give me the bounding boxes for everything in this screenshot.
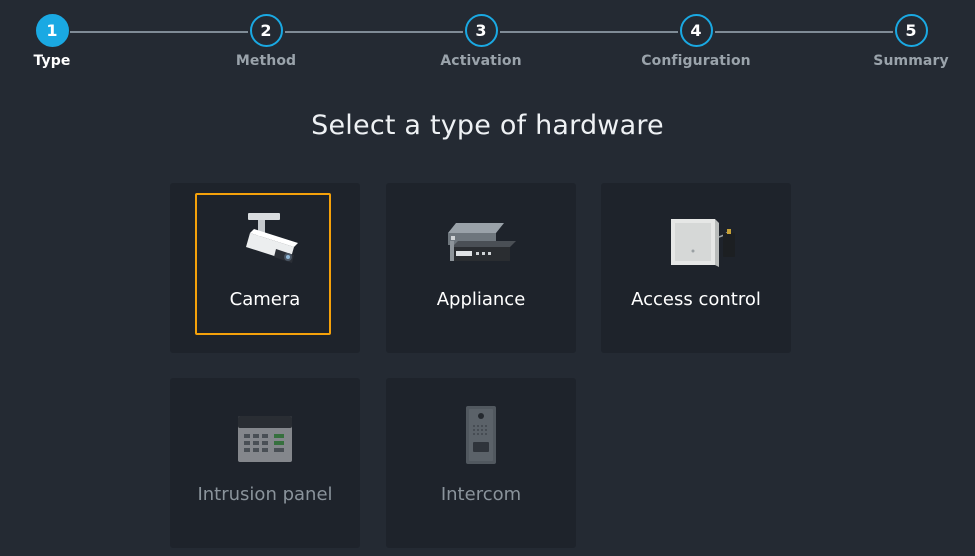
appliance-icon (436, 211, 526, 273)
step-number: 3 (464, 14, 498, 47)
step-label: Summary (873, 53, 949, 69)
tile-label: Camera (229, 289, 301, 310)
intrusion-panel-icon (220, 406, 310, 468)
hardware-tile-access-control[interactable]: Access control (601, 183, 791, 353)
page-title: Select a type of hardware (311, 110, 664, 141)
hardware-tile-appliance[interactable]: Appliance (386, 183, 576, 353)
tile-label: Intrusion panel (197, 484, 333, 505)
hardware-tile-intrusion-panel: Intrusion panel (170, 378, 360, 548)
step-method[interactable]: 2 Method (206, 14, 326, 69)
tile-label: Intercom (440, 484, 522, 505)
step-label: Type (33, 53, 71, 69)
camera-icon (220, 211, 310, 273)
tile-label: Access control (631, 289, 761, 310)
step-number: 1 (35, 14, 69, 47)
access-control-icon (651, 211, 741, 273)
hardware-tile-camera[interactable]: Camera (170, 183, 360, 353)
wizard-stepper: 1 Type 2 Method 3 Activation 4 Configura… (0, 0, 975, 90)
step-activation[interactable]: 3 Activation (421, 14, 541, 69)
step-configuration[interactable]: 4 Configuration (636, 14, 756, 69)
intercom-icon (436, 406, 526, 468)
step-label: Method (235, 53, 297, 69)
step-summary[interactable]: 5 Summary (851, 14, 971, 69)
step-type[interactable]: 1 Type (0, 14, 112, 69)
step-label: Configuration (641, 53, 751, 69)
step-number: 5 (894, 14, 928, 47)
hardware-tile-intercom: Intercom (386, 378, 576, 548)
step-number: 2 (249, 14, 283, 47)
step-number: 4 (679, 14, 713, 47)
step-label: Activation (440, 53, 522, 69)
tile-label: Appliance (436, 289, 526, 310)
